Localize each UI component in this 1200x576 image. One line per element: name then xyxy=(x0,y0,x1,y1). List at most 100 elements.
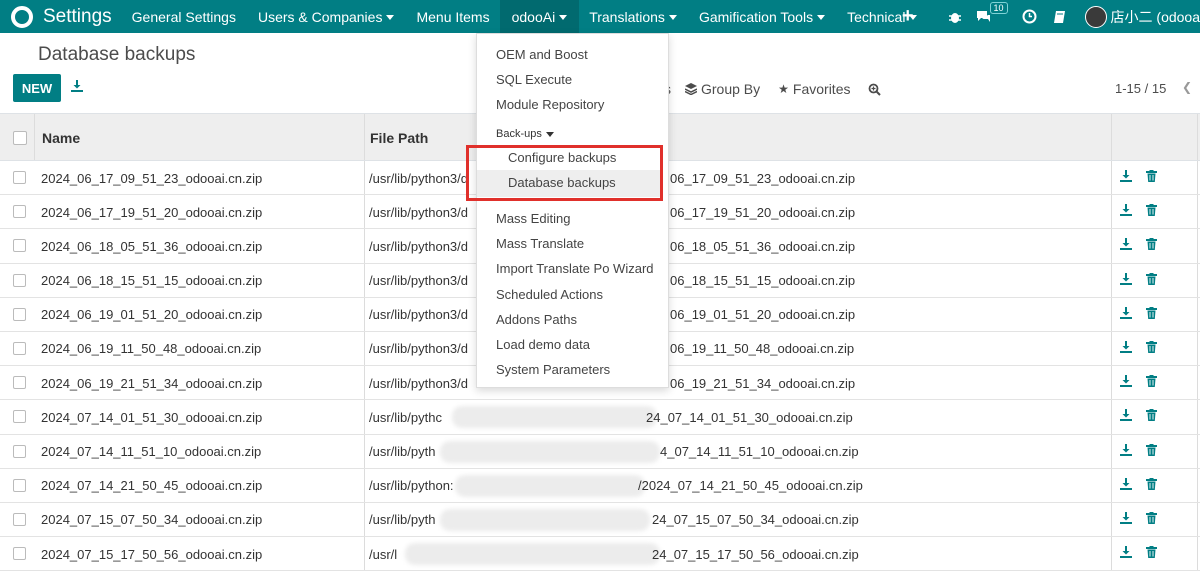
bug-icon[interactable] xyxy=(948,10,962,24)
chevron-left-icon[interactable]: ❮ xyxy=(1182,80,1192,94)
redacted-region xyxy=(440,440,660,463)
row-checkbox[interactable] xyxy=(13,307,26,321)
trash-icon[interactable] xyxy=(1146,511,1157,527)
user-name[interactable]: 店小二 (odooa xyxy=(1111,7,1200,27)
trash-icon[interactable] xyxy=(1146,306,1157,322)
trash-icon[interactable] xyxy=(1146,272,1157,288)
clock-icon[interactable] xyxy=(1022,9,1037,24)
search-toggle-icon[interactable] xyxy=(868,83,882,96)
row-checkbox[interactable] xyxy=(13,273,26,287)
table-row[interactable]: 2024_07_14_21_50_45_odooai.cn.zip/usr/li… xyxy=(0,468,1200,503)
nav-menu-users-companies[interactable]: Users & Companies xyxy=(258,9,395,25)
row-checkbox[interactable] xyxy=(13,239,26,253)
nav-menu-general-settings[interactable]: General Settings xyxy=(132,9,236,25)
trash-icon[interactable] xyxy=(1146,546,1157,561)
row-checkbox[interactable] xyxy=(13,512,26,526)
cell-name: 2024_07_14_21_50_45_odooai.cn.zip xyxy=(41,478,263,494)
trash-icon[interactable] xyxy=(1146,204,1157,219)
download-icon[interactable] xyxy=(1120,306,1132,322)
new-button[interactable]: NEW xyxy=(13,74,61,102)
cell-name: 2024_07_14_11_51_10_odooai.cn.zip xyxy=(41,444,262,459)
cell-file-path-end: 06_17_19_51_20_odooai.cn.zip xyxy=(670,204,856,220)
messages-icon[interactable]: 10 xyxy=(976,1,1008,24)
column-header-name[interactable]: Name xyxy=(42,114,80,162)
menu-item-module-repository[interactable]: Module Repository xyxy=(496,97,604,112)
nav-menu-translations[interactable]: Translations xyxy=(589,9,677,25)
menu-item-sql-execute[interactable]: SQL Execute xyxy=(496,72,572,87)
cell-name: 2024_06_19_21_51_34_odooai.cn.zip xyxy=(41,375,263,391)
download-icon[interactable] xyxy=(1120,477,1132,493)
page-title: Database backups xyxy=(38,44,196,65)
plus-icon[interactable]: + xyxy=(902,5,914,28)
section-header-backups[interactable]: Back-ups xyxy=(496,128,554,140)
download-icon[interactable] xyxy=(1120,443,1132,459)
download-icon[interactable] xyxy=(1120,511,1132,527)
trash-icon[interactable] xyxy=(1146,340,1157,356)
trash-icon[interactable] xyxy=(1146,170,1157,185)
table-row[interactable]: 2024_07_15_17_50_56_odooai.cn.zip/usr/l 2… xyxy=(0,537,1200,572)
cell-file-path-start: /usr/lib/python3/d xyxy=(369,204,469,220)
caret-down-icon xyxy=(668,14,677,20)
download-icon[interactable] xyxy=(71,80,83,95)
menu-item-mass-translate[interactable]: Mass Translate xyxy=(496,236,584,251)
cell-name: 2024_07_15_07_50_34_odooai.cn.zip xyxy=(41,512,263,528)
cell-file-path-end: 06_19_01_51_20_odooai.cn.zip xyxy=(670,307,856,323)
trash-icon[interactable] xyxy=(1146,375,1157,390)
download-icon[interactable] xyxy=(1120,546,1132,561)
group-by-button[interactable]: Group By xyxy=(685,81,760,97)
nav-menu-label: General Settings xyxy=(131,8,236,25)
cell-file-path-start: /usr/lib/python3/d xyxy=(369,307,469,323)
select-all-checkbox[interactable] xyxy=(13,131,27,145)
menu-item-mass-editing[interactable]: Mass Editing xyxy=(496,211,570,226)
trash-icon[interactable] xyxy=(1146,238,1157,253)
user-avatar[interactable] xyxy=(1084,5,1107,28)
cell-file-path-end: 24_07_15_07_50_34_odooai.cn.zip xyxy=(652,512,859,528)
menu-item-addons-paths[interactable]: Addons Paths xyxy=(496,312,577,327)
menu-item-system-parameters[interactable]: System Parameters xyxy=(496,362,610,377)
nav-menu-odooai[interactable]: odooAi xyxy=(499,0,580,33)
menu-item-import-translate-po-wizard[interactable]: Import Translate Po Wizard xyxy=(496,261,654,276)
download-icon[interactable] xyxy=(1120,272,1132,288)
cell-file-path-end: 06_19_21_51_34_odooai.cn.zip xyxy=(670,375,856,391)
odooai-dropdown-menu: OEM and Boost SQL Execute Module Reposit… xyxy=(476,33,669,388)
row-checkbox[interactable] xyxy=(13,547,26,561)
app-brand[interactable]: Settings xyxy=(43,6,112,28)
row-checkbox[interactable] xyxy=(13,205,26,219)
row-checkbox[interactable] xyxy=(13,410,26,424)
odoo-logo-icon[interactable] xyxy=(11,5,33,28)
nav-menu-gamification-tools[interactable]: Gamification Tools xyxy=(699,9,826,25)
cell-file-path-end: 24_07_15_17_50_56_odooai.cn.zip xyxy=(652,546,859,562)
row-checkbox[interactable] xyxy=(13,341,26,355)
row-checkbox[interactable] xyxy=(13,444,26,458)
trash-icon[interactable] xyxy=(1146,477,1157,493)
trash-icon[interactable] xyxy=(1146,409,1157,424)
cell-file-path-start: /usr/lib/pythc xyxy=(369,409,442,425)
cell-file-path-start: /usr/lib/pyth xyxy=(369,512,436,528)
caret-down-icon xyxy=(386,14,395,20)
top-navbar: Settings General Settings Users & Compani… xyxy=(0,0,1200,33)
menu-item-scheduled-actions[interactable]: Scheduled Actions xyxy=(496,287,603,302)
download-icon[interactable] xyxy=(1120,170,1132,185)
table-row[interactable]: 2024_07_14_11_51_10_odooai.cn.zip/usr/li… xyxy=(0,434,1200,469)
menu-item-load-demo-data[interactable]: Load demo data xyxy=(496,337,590,352)
cell-file-path-end: 4_07_14_11_51_10_odooai.cn.zip xyxy=(660,444,859,459)
book-icon[interactable] xyxy=(1053,10,1067,24)
download-icon[interactable] xyxy=(1120,340,1132,356)
download-icon[interactable] xyxy=(1120,409,1132,424)
trash-icon[interactable] xyxy=(1146,443,1157,459)
favorites-button[interactable]: ★ Favorites xyxy=(778,81,850,97)
column-header-file-path[interactable]: File Path xyxy=(370,114,428,162)
download-icon[interactable] xyxy=(1120,204,1132,219)
download-icon[interactable] xyxy=(1120,375,1132,390)
cell-file-path-start: /usr/lib/python3/d xyxy=(369,341,469,357)
pager-value[interactable]: 1-15 / 15 xyxy=(1115,81,1166,96)
nav-menu-menu-items[interactable]: Menu Items xyxy=(416,9,489,25)
row-checkbox[interactable] xyxy=(13,376,26,390)
cell-name: 2024_06_17_09_51_23_odooai.cn.zip xyxy=(41,170,263,186)
download-icon[interactable] xyxy=(1120,238,1132,253)
row-checkbox[interactable] xyxy=(13,171,26,184)
table-row[interactable]: 2024_07_15_07_50_34_odooai.cn.zip/usr/li… xyxy=(0,502,1200,538)
table-row[interactable]: 2024_07_14_01_51_30_odooai.cn.zip/usr/li… xyxy=(0,400,1200,435)
row-checkbox[interactable] xyxy=(13,478,26,492)
menu-item-oem-and-boost[interactable]: OEM and Boost xyxy=(496,47,588,62)
